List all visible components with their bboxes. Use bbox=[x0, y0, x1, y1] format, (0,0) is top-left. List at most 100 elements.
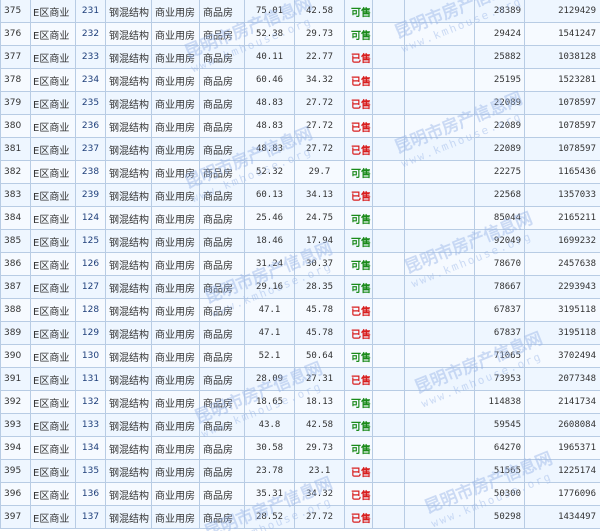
total-price-cell: 1078597 bbox=[524, 137, 600, 161]
unit-price-cell: 25882 bbox=[474, 45, 525, 69]
usage-cell: 商业用房 bbox=[151, 344, 200, 368]
table-row[interactable]: 377 E区商业 233 钢混结构 商业用房 商品房 40.11 22.77 已售 25882 10… bbox=[0, 45, 600, 69]
property-type-cell: 商品房 bbox=[199, 206, 245, 230]
empty-cell bbox=[372, 229, 405, 253]
usage-cell: 商业用房 bbox=[151, 114, 200, 138]
table-row[interactable]: 392 E区商业 132 钢混结构 商业用房 商品房 18.65 18.13 可售 114838 2… bbox=[0, 390, 600, 414]
area-cell: 25.46 bbox=[244, 206, 295, 230]
room-number: 236 bbox=[75, 114, 106, 138]
empty-cell bbox=[372, 206, 405, 230]
table-row[interactable]: 379 E区商业 235 钢混结构 商业用房 商品房 48.83 27.72 已售 22089 10… bbox=[0, 91, 600, 115]
total-price-cell: 3702494 bbox=[524, 344, 600, 368]
table-row[interactable]: 395 E区商业 135 钢混结构 商业用房 商品房 23.78 23.1 已售 51565 122… bbox=[0, 459, 600, 483]
total-price-cell: 3195118 bbox=[524, 298, 600, 322]
empty-cell bbox=[404, 367, 475, 391]
room-number: 124 bbox=[75, 206, 106, 230]
structure-cell: 钢混结构 bbox=[105, 0, 152, 23]
property-type-cell: 商品房 bbox=[199, 45, 245, 69]
status-badge: 已售 bbox=[344, 482, 373, 506]
table-row[interactable]: 386 E区商业 126 钢混结构 商业用房 商品房 31.24 30.37 可售 78670 24… bbox=[0, 252, 600, 276]
total-price-cell: 1699232 bbox=[524, 229, 600, 253]
empty-cell bbox=[372, 45, 405, 69]
table-row[interactable]: 383 E区商业 239 钢混结构 商业用房 商品房 60.13 34.13 已售 22568 13… bbox=[0, 183, 600, 207]
row-number: 391 bbox=[0, 367, 31, 391]
zone-cell: E区商业 bbox=[30, 367, 76, 391]
table-row[interactable]: 391 E区商业 131 钢混结构 商业用房 商品房 28.09 27.31 已售 73953 20… bbox=[0, 367, 600, 391]
area-cell: 47.1 bbox=[244, 298, 295, 322]
inner-area-cell: 34.32 bbox=[294, 68, 345, 92]
unit-price-cell: 78670 bbox=[474, 252, 525, 276]
empty-cell bbox=[404, 22, 475, 46]
total-price-cell: 1357033 bbox=[524, 183, 600, 207]
structure-cell: 钢混结构 bbox=[105, 229, 152, 253]
total-price-cell: 1965371 bbox=[524, 436, 600, 460]
inner-area-cell: 17.94 bbox=[294, 229, 345, 253]
table-row[interactable]: 397 E区商业 137 钢混结构 商业用房 商品房 28.52 27.72 已售 50298 14… bbox=[0, 505, 600, 529]
unit-price-cell: 28389 bbox=[474, 0, 525, 23]
inner-area-cell: 45.78 bbox=[294, 298, 345, 322]
table-row[interactable]: 381 E区商业 237 钢混结构 商业用房 商品房 48.83 27.72 已售 22089 10… bbox=[0, 137, 600, 161]
inner-area-cell: 18.13 bbox=[294, 390, 345, 414]
empty-cell bbox=[404, 275, 475, 299]
table-row[interactable]: 390 E区商业 130 钢混结构 商业用房 商品房 52.1 50.64 可售 71065 370… bbox=[0, 344, 600, 368]
empty-cell bbox=[372, 482, 405, 506]
table-row[interactable]: 376 E区商业 232 钢混结构 商业用房 商品房 52.38 29.73 可售 29424 15… bbox=[0, 22, 600, 46]
table-row[interactable]: 384 E区商业 124 钢混结构 商业用房 商品房 25.46 24.75 可售 85044 21… bbox=[0, 206, 600, 230]
empty-cell bbox=[372, 68, 405, 92]
unit-price-cell: 29424 bbox=[474, 22, 525, 46]
table-row[interactable]: 394 E区商业 134 钢混结构 商业用房 商品房 30.58 29.73 可售 64270 19… bbox=[0, 436, 600, 460]
inner-area-cell: 30.37 bbox=[294, 252, 345, 276]
structure-cell: 钢混结构 bbox=[105, 436, 152, 460]
structure-cell: 钢混结构 bbox=[105, 68, 152, 92]
empty-cell bbox=[404, 482, 475, 506]
usage-cell: 商业用房 bbox=[151, 413, 200, 437]
area-cell: 47.1 bbox=[244, 321, 295, 345]
room-number: 126 bbox=[75, 252, 106, 276]
property-type-cell: 商品房 bbox=[199, 229, 245, 253]
table-row[interactable]: 375 E区商业 231 钢混结构 商业用房 商品房 75.01 42.58 可售 28389 21… bbox=[0, 0, 600, 23]
inner-area-cell: 27.31 bbox=[294, 367, 345, 391]
room-number: 132 bbox=[75, 390, 106, 414]
zone-cell: E区商业 bbox=[30, 413, 76, 437]
inner-area-cell: 42.58 bbox=[294, 413, 345, 437]
structure-cell: 钢混结构 bbox=[105, 321, 152, 345]
total-price-cell: 1078597 bbox=[524, 91, 600, 115]
structure-cell: 钢混结构 bbox=[105, 252, 152, 276]
row-number: 381 bbox=[0, 137, 31, 161]
status-badge: 已售 bbox=[344, 183, 373, 207]
unit-price-cell: 71065 bbox=[474, 344, 525, 368]
property-type-cell: 商品房 bbox=[199, 367, 245, 391]
empty-cell bbox=[404, 206, 475, 230]
table-row[interactable]: 380 E区商业 236 钢混结构 商业用房 商品房 48.83 27.72 已售 22089 10… bbox=[0, 114, 600, 138]
property-type-cell: 商品房 bbox=[199, 390, 245, 414]
table-row[interactable]: 385 E区商业 125 钢混结构 商业用房 商品房 18.46 17.94 可售 92049 16… bbox=[0, 229, 600, 253]
inner-area-cell: 42.58 bbox=[294, 0, 345, 23]
inner-area-cell: 27.72 bbox=[294, 505, 345, 529]
row-number: 375 bbox=[0, 0, 31, 23]
usage-cell: 商业用房 bbox=[151, 68, 200, 92]
total-price-cell: 2293943 bbox=[524, 275, 600, 299]
empty-cell bbox=[404, 45, 475, 69]
empty-cell bbox=[372, 436, 405, 460]
room-number: 231 bbox=[75, 0, 106, 23]
unit-price-cell: 92049 bbox=[474, 229, 525, 253]
table-row[interactable]: 393 E区商业 133 钢混结构 商业用房 商品房 43.8 42.58 可售 59545 260… bbox=[0, 413, 600, 437]
table-row[interactable]: 382 E区商业 238 钢混结构 商业用房 商品房 52.32 29.7 可售 22275 116… bbox=[0, 160, 600, 184]
table-row[interactable]: 387 E区商业 127 钢混结构 商业用房 商品房 29.16 28.35 可售 78667 22… bbox=[0, 275, 600, 299]
property-type-cell: 商品房 bbox=[199, 22, 245, 46]
table-row[interactable]: 378 E区商业 234 钢混结构 商业用房 商品房 60.46 34.32 已售 25195 15… bbox=[0, 68, 600, 92]
area-cell: 52.32 bbox=[244, 160, 295, 184]
property-type-cell: 商品房 bbox=[199, 252, 245, 276]
table-row[interactable]: 396 E区商业 136 钢混结构 商业用房 商品房 35.31 34.32 已售 50300 17… bbox=[0, 482, 600, 506]
total-price-cell: 2141734 bbox=[524, 390, 600, 414]
row-number: 388 bbox=[0, 298, 31, 322]
area-cell: 23.78 bbox=[244, 459, 295, 483]
empty-cell bbox=[404, 344, 475, 368]
total-price-cell: 1225174 bbox=[524, 459, 600, 483]
area-cell: 52.38 bbox=[244, 22, 295, 46]
table-row[interactable]: 388 E区商业 128 钢混结构 商业用房 商品房 47.1 45.78 已售 67837 319… bbox=[0, 298, 600, 322]
total-price-cell: 1776096 bbox=[524, 482, 600, 506]
status-badge: 已售 bbox=[344, 505, 373, 529]
table-row[interactable]: 389 E区商业 129 钢混结构 商业用房 商品房 47.1 45.78 已售 67837 319… bbox=[0, 321, 600, 345]
unit-price-cell: 22089 bbox=[474, 137, 525, 161]
